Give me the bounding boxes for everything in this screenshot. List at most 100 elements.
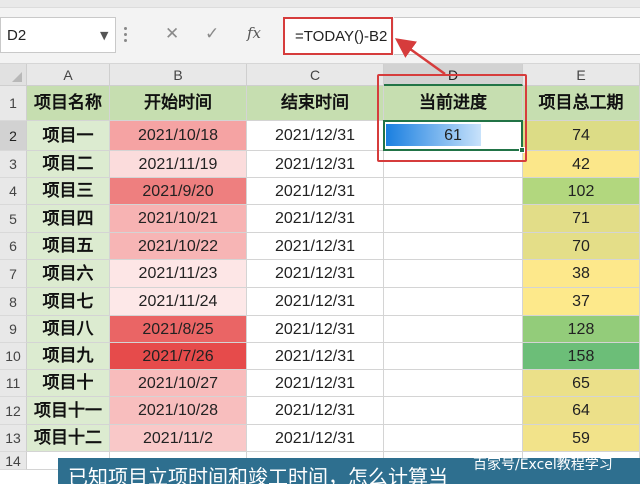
progress-value: 61 <box>444 127 462 144</box>
row-header-9[interactable]: 9 <box>0 316 27 343</box>
watermark: 百家号/Excel教程学习 <box>473 457 613 473</box>
end-date-cell[interactable]: 2021/12/31 <box>247 397 384 425</box>
end-date-cell[interactable]: 2021/12/31 <box>247 288 384 316</box>
progress-cell[interactable] <box>384 178 523 205</box>
total-duration-cell[interactable]: 158 <box>523 343 640 370</box>
column-header-a[interactable]: A <box>27 64 110 86</box>
end-date-cell[interactable]: 2021/12/31 <box>247 121 384 151</box>
progress-cell[interactable] <box>384 151 523 178</box>
formula-bar: D2 ▼ ✕ ✓ fx =TODAY()-B2 <box>0 0 640 64</box>
row-header-14[interactable]: 14 <box>0 452 27 470</box>
header-cell-col-a[interactable]: 项目名称 <box>27 86 110 121</box>
end-date-cell[interactable]: 2021/12/31 <box>247 205 384 233</box>
end-date-cell[interactable]: 2021/12/31 <box>247 316 384 343</box>
end-date-cell[interactable]: 2021/12/31 <box>247 151 384 178</box>
progress-cell[interactable] <box>384 425 523 452</box>
start-date-cell[interactable]: 2021/10/28 <box>110 397 247 425</box>
row-header-7[interactable]: 7 <box>0 260 27 288</box>
row-header-4[interactable]: 4 <box>0 178 27 205</box>
name-box-value: D2 <box>7 27 27 44</box>
project-name-cell[interactable]: 项目十 <box>27 370 110 397</box>
drag-handle-icon[interactable] <box>124 27 128 43</box>
start-date-cell[interactable]: 2021/11/2 <box>110 425 247 452</box>
start-date-cell[interactable]: 2021/9/20 <box>110 178 247 205</box>
ribbon-edge <box>0 0 640 8</box>
data-bar <box>386 124 482 146</box>
chevron-down-icon[interactable]: ▼ <box>100 29 108 42</box>
insert-function-icon[interactable]: fx <box>247 24 261 42</box>
total-duration-cell[interactable]: 65 <box>523 370 640 397</box>
total-duration-cell[interactable]: 128 <box>523 316 640 343</box>
start-date-cell[interactable]: 2021/11/19 <box>110 151 247 178</box>
start-date-cell[interactable]: 2021/10/22 <box>110 233 247 260</box>
progress-cell[interactable] <box>384 260 523 288</box>
total-duration-cell[interactable]: 64 <box>523 397 640 425</box>
row-header-12[interactable]: 12 <box>0 397 27 425</box>
column-header-c[interactable]: C <box>247 64 384 86</box>
total-duration-cell[interactable]: 38 <box>523 260 640 288</box>
progress-cell[interactable] <box>384 288 523 316</box>
select-all-button[interactable] <box>0 64 27 86</box>
total-duration-cell[interactable]: 42 <box>523 151 640 178</box>
row-header-3[interactable]: 3 <box>0 151 27 178</box>
name-box[interactable]: D2 ▼ <box>0 17 116 53</box>
end-date-cell[interactable]: 2021/12/31 <box>247 343 384 370</box>
header-cell-col-e[interactable]: 项目总工期 <box>523 86 640 121</box>
start-date-cell[interactable]: 2021/8/25 <box>110 316 247 343</box>
project-name-cell[interactable]: 项目七 <box>27 288 110 316</box>
project-name-cell[interactable]: 项目十一 <box>27 397 110 425</box>
progress-cell[interactable] <box>384 397 523 425</box>
project-name-cell[interactable]: 项目八 <box>27 316 110 343</box>
progress-cell[interactable]: 61 <box>384 121 523 151</box>
project-name-cell[interactable]: 项目六 <box>27 260 110 288</box>
row-header-13[interactable]: 13 <box>0 425 27 452</box>
row-header-8[interactable]: 8 <box>0 288 27 316</box>
fill-handle[interactable] <box>519 147 525 153</box>
end-date-cell[interactable]: 2021/12/31 <box>247 260 384 288</box>
row-header-1[interactable]: 1 <box>0 86 27 121</box>
start-date-cell[interactable]: 2021/7/26 <box>110 343 247 370</box>
formula-text: =TODAY()-B2 <box>295 28 388 45</box>
row-header-10[interactable]: 10 <box>0 343 27 370</box>
project-name-cell[interactable]: 项目九 <box>27 343 110 370</box>
header-cell-col-c[interactable]: 结束时间 <box>247 86 384 121</box>
total-duration-cell[interactable]: 102 <box>523 178 640 205</box>
total-duration-cell[interactable]: 74 <box>523 121 640 151</box>
total-duration-cell[interactable]: 59 <box>523 425 640 452</box>
end-date-cell[interactable]: 2021/12/31 <box>247 233 384 260</box>
caption-text: 已知项目立项时间和竣工时间，怎么计算当 <box>68 465 448 484</box>
project-name-cell[interactable]: 项目四 <box>27 205 110 233</box>
progress-cell[interactable] <box>384 370 523 397</box>
project-name-cell[interactable]: 项目三 <box>27 178 110 205</box>
start-date-cell[interactable]: 2021/11/23 <box>110 260 247 288</box>
formula-input[interactable]: =TODAY()-B2 <box>283 17 393 55</box>
project-name-cell[interactable]: 项目十二 <box>27 425 110 452</box>
header-cell-col-b[interactable]: 开始时间 <box>110 86 247 121</box>
total-duration-cell[interactable]: 71 <box>523 205 640 233</box>
row-header-6[interactable]: 6 <box>0 233 27 260</box>
row-header-5[interactable]: 5 <box>0 205 27 233</box>
start-date-cell[interactable]: 2021/10/18 <box>110 121 247 151</box>
total-duration-cell[interactable]: 70 <box>523 233 640 260</box>
check-icon[interactable]: ✓ <box>205 24 219 44</box>
progress-cell[interactable] <box>384 343 523 370</box>
end-date-cell[interactable]: 2021/12/31 <box>247 425 384 452</box>
column-header-b[interactable]: B <box>110 64 247 86</box>
column-header-e[interactable]: E <box>523 64 640 86</box>
total-duration-cell[interactable]: 37 <box>523 288 640 316</box>
project-name-cell[interactable]: 项目一 <box>27 121 110 151</box>
start-date-cell[interactable]: 2021/11/24 <box>110 288 247 316</box>
start-date-cell[interactable]: 2021/10/27 <box>110 370 247 397</box>
cancel-icon[interactable]: ✕ <box>165 24 179 44</box>
project-name-cell[interactable]: 项目二 <box>27 151 110 178</box>
progress-cell[interactable] <box>384 205 523 233</box>
progress-cell[interactable] <box>384 233 523 260</box>
project-name-cell[interactable]: 项目五 <box>27 233 110 260</box>
progress-cell[interactable] <box>384 316 523 343</box>
end-date-cell[interactable]: 2021/12/31 <box>247 178 384 205</box>
row-header-2[interactable]: 2 <box>0 121 27 151</box>
end-date-cell[interactable]: 2021/12/31 <box>247 370 384 397</box>
header-cell-col-d[interactable]: 当前进度 <box>384 86 523 121</box>
start-date-cell[interactable]: 2021/10/21 <box>110 205 247 233</box>
row-header-11[interactable]: 11 <box>0 370 27 397</box>
